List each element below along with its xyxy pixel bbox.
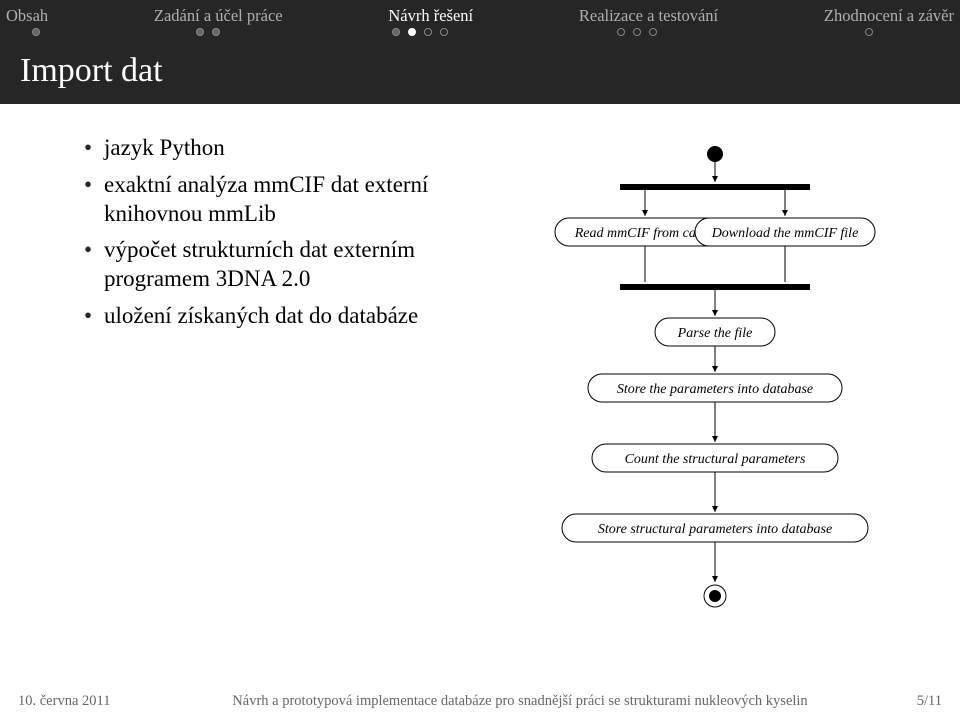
progress-dot[interactable] — [392, 28, 400, 36]
nav-item-realizace[interactable]: Realizace a testování — [573, 4, 724, 26]
label-store-struct: Store structural parameters into databas… — [598, 522, 832, 537]
dots-navrh — [344, 28, 496, 36]
slide: Obsah Zadání a účel práce Návrh řešení R… — [0, 0, 960, 720]
start-node — [707, 146, 723, 162]
progress-dot[interactable] — [32, 28, 40, 36]
progress-dot-current[interactable] — [408, 28, 416, 36]
nav-label: Zhodnocení a závěr — [824, 6, 954, 25]
progress-dot[interactable] — [196, 28, 204, 36]
nav-item-zadani[interactable]: Zadání a účel práce — [148, 4, 289, 26]
progress-dots-row — [0, 26, 960, 42]
dots-zadani — [117, 28, 299, 36]
dots-realizace — [541, 28, 733, 36]
label-store-params: Store the parameters into database — [617, 382, 813, 397]
footer: 10. června 2011 Návrh a prototypová impl… — [0, 685, 960, 720]
dots-zhodnoceni — [778, 28, 960, 36]
bullet-item: jazyk Python — [84, 134, 470, 163]
progress-dot[interactable] — [617, 28, 625, 36]
nav-item-obsah[interactable]: Obsah — [0, 4, 54, 26]
progress-dot[interactable] — [865, 28, 873, 36]
progress-dot[interactable] — [440, 28, 448, 36]
footer-date: 10. června 2011 — [18, 693, 158, 710]
dots-obsah — [0, 28, 72, 36]
bullet-item: uložení získaných dat do databáze — [84, 302, 470, 331]
footer-page: 5/11 — [882, 693, 942, 710]
progress-dot[interactable] — [212, 28, 220, 36]
label-parse: Parse the file — [677, 326, 753, 341]
progress-dot[interactable] — [633, 28, 641, 36]
bullet-item: výpočet strukturních dat externím progra… — [84, 236, 470, 294]
nav-label: Návrh řešení — [388, 6, 473, 25]
activity-diagram: Read mmCIF from cache Download the mmCIF… — [470, 134, 930, 694]
join-bar — [620, 284, 810, 290]
slide-title: Import dat — [0, 42, 960, 104]
progress-dot[interactable] — [424, 28, 432, 36]
label-download: Download the mmCIF file — [711, 226, 859, 241]
fork-bar — [620, 184, 810, 190]
bullet-list: jazyk Python exaktní analýza mmCIF dat e… — [0, 134, 470, 694]
label-count: Count the structural parameters — [625, 452, 806, 467]
progress-dot[interactable] — [649, 28, 657, 36]
content-area: jazyk Python exaktní analýza mmCIF dat e… — [0, 104, 960, 694]
nav-label: Realizace a testování — [579, 6, 718, 25]
section-nav: Obsah Zadání a účel práce Návrh řešení R… — [0, 0, 960, 26]
label-read-cache: Read mmCIF from cache — [574, 226, 716, 241]
nav-label: Obsah — [6, 6, 48, 25]
footer-title: Návrh a prototypová implementace databáz… — [158, 693, 882, 710]
nav-label: Zadání a účel práce — [154, 6, 283, 25]
nav-item-navrh[interactable]: Návrh řešení — [382, 4, 479, 26]
nav-item-zhodnoceni[interactable]: Zhodnocení a závěr — [818, 4, 960, 26]
bullet-item: exaktní analýza mmCIF dat externí knihov… — [84, 171, 470, 229]
end-node-inner — [709, 590, 721, 602]
